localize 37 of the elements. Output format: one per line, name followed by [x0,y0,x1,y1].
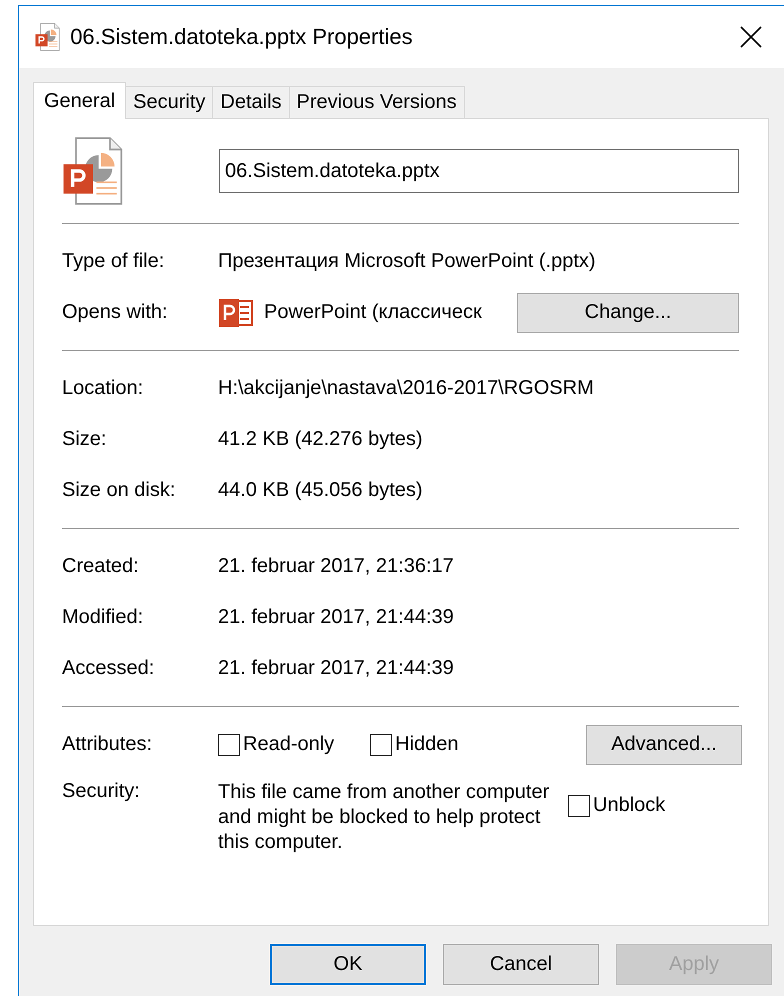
field-value: 21. februar 2017, 21:44:39 [218,606,455,629]
app-icon [218,298,254,328]
checkbox[interactable] [370,734,392,756]
field-value: Презентация Microsoft PowerPoint (.pptx) [218,250,597,273]
checkbox[interactable] [568,794,590,816]
tab[interactable]: Previous Versions [288,86,465,118]
field-value: 21. februar 2017, 21:44:39 [218,657,455,680]
field-value: 41.2 KB (42.276 bytes) [218,428,424,451]
file-icon [35,23,60,51]
field-value: 44.0 KB (45.056 bytes) [218,479,424,502]
window-title: 06.Sistem.datoteka.pptx Properties [70,24,414,50]
security-text: This file came from another computer and might be blocked to help protect this computer. [218,780,550,855]
field-label: Size on disk: [62,479,176,502]
field-label: Accessed: [62,657,156,680]
checkbox-label[interactable]: Hidden [395,733,459,756]
dialog-button[interactable]: OK [270,944,426,985]
field-label: Opens with: [62,301,169,324]
checkbox-label[interactable]: Read-only [243,733,334,756]
dialog-button[interactable]: Cancel [443,944,599,985]
field-label: Security: [62,780,141,803]
field-label: Attributes: [62,733,154,756]
app-name: PowerPoint (классическ [264,301,483,324]
field-value: H:\akcijanje\nastava\2016-2017\RGOSRM [218,377,595,400]
advanced-button[interactable]: Advanced... [586,724,742,764]
field-value: 21. februar 2017, 21:36:17 [218,555,455,578]
field-label: Modified: [62,606,144,629]
checkbox-label[interactable]: Unblock [593,794,666,817]
tab[interactable]: General [33,82,126,119]
file-icon [62,137,124,205]
file-name-field[interactable]: 06.Sistem.datoteka.pptx [219,149,739,193]
change-button[interactable]: Change... [517,292,739,332]
field-label: Location: [62,377,144,400]
field-label: Size: [62,428,108,451]
field-label: Type of file: [62,250,166,273]
close-icon[interactable] [740,26,762,48]
checkbox[interactable] [218,734,240,756]
field-label: Created: [62,555,140,578]
